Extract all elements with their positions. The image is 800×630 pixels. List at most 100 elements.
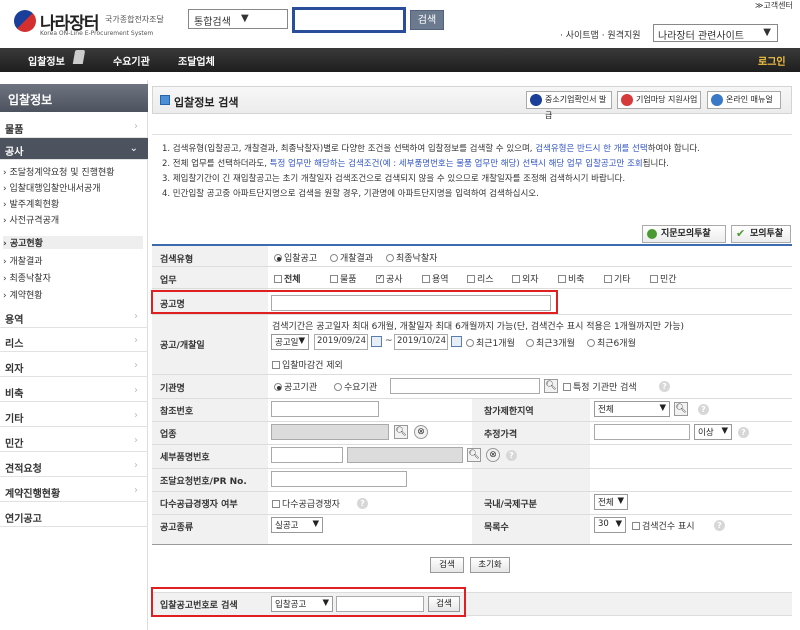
sidebar-item-foreign[interactable]: 외자 ›: [0, 355, 148, 377]
sidebar-item-services[interactable]: 용역 ›: [0, 306, 148, 328]
ref-no-input[interactable]: [271, 401, 379, 417]
login-link[interactable]: 로그인: [758, 53, 786, 68]
price-compare-select[interactable]: 이상 ▼: [694, 424, 732, 440]
business-check-lease[interactable]: 리스: [467, 272, 494, 285]
region-select[interactable]: 전체 ▼: [594, 401, 670, 417]
sidebar-item-private[interactable]: 민간 ›: [0, 430, 148, 452]
help-icon[interactable]: ?: [738, 427, 749, 438]
help-icon[interactable]: ?: [506, 450, 517, 461]
sidebar-sub-item-active[interactable]: › 공고현황: [3, 236, 143, 249]
checkbox[interactable]: [632, 522, 640, 530]
procure-no-input[interactable]: [271, 471, 407, 487]
business-check-stockpile[interactable]: 비축: [558, 272, 585, 285]
related-sites-select[interactable]: 나라장터 관련사이트 ▼: [653, 24, 778, 42]
radio[interactable]: [466, 339, 474, 347]
business-check-services[interactable]: 용역: [422, 272, 449, 285]
calendar-icon[interactable]: [371, 336, 382, 347]
collective-mock-bid-button[interactable]: 지문모의투찰: [642, 225, 726, 243]
sidebar-item-postponed[interactable]: 연기공고: [0, 505, 148, 527]
sidebar-sub-item[interactable]: › 사전규격공개: [3, 213, 59, 226]
help-icon[interactable]: ?: [698, 404, 709, 415]
date-type-select[interactable]: 공고일 ▼: [271, 334, 309, 350]
nav-item-agency[interactable]: 수요기관: [113, 53, 150, 68]
sme-certificate-button[interactable]: 중소기업확인서 발급: [526, 91, 612, 120]
sidebar-item-stockpile[interactable]: 비축 ›: [0, 380, 148, 402]
sidebar-item-quote[interactable]: 견적요청 ›: [0, 455, 148, 477]
sidebar-sub-item[interactable]: › 최종낙찰자: [3, 271, 51, 284]
agency-radio-demand[interactable]: 수요기관: [334, 380, 377, 393]
clear-icon[interactable]: ⊗: [414, 425, 428, 439]
nav-item-bid-info[interactable]: 입찰정보: [28, 53, 65, 68]
sidebar-sub-item[interactable]: › 조달청계약요청 및 진행현황: [3, 165, 115, 178]
checkbox[interactable]: [330, 275, 338, 283]
sidebar-sub-item[interactable]: › 계약현황: [3, 288, 43, 301]
search-type-radio-winner[interactable]: 최종낙찰자: [386, 251, 437, 264]
help-icon[interactable]: ?: [659, 381, 670, 392]
radio[interactable]: [587, 339, 595, 347]
domestic-select[interactable]: 전체 ▼: [594, 494, 628, 510]
range-radio-3m[interactable]: 최근3개월: [526, 336, 575, 349]
business-check-foreign[interactable]: 외자: [512, 272, 539, 285]
notice-kind-select[interactable]: 실공고 ▼: [271, 517, 323, 533]
sidebar-item-etc[interactable]: 기타 ›: [0, 405, 148, 427]
sidebar-item-lease[interactable]: 리스 ›: [0, 330, 148, 352]
search-type-radio-notice[interactable]: 입찰공고: [274, 251, 317, 264]
range-radio-1m[interactable]: 최근1개월: [466, 336, 515, 349]
top-links[interactable]: · 사이트맵 · 원격지원: [560, 28, 641, 41]
clear-icon[interactable]: ⊗: [486, 448, 500, 462]
help-icon[interactable]: ?: [357, 498, 368, 509]
specific-agency-checkbox[interactable]: 특정 기관만 검색: [563, 380, 637, 393]
radio[interactable]: [330, 254, 338, 262]
range-radio-6m[interactable]: 최근6개월: [587, 336, 636, 349]
form-search-button[interactable]: 검색: [430, 557, 464, 573]
date-to-input[interactable]: 2019/10/24: [394, 334, 448, 350]
radio[interactable]: [526, 339, 534, 347]
calendar-icon[interactable]: [451, 336, 462, 347]
industry-input[interactable]: [271, 424, 389, 440]
mock-bid-button[interactable]: ✔ 모의투찰: [731, 225, 791, 243]
search-icon[interactable]: 🔍︎: [467, 448, 481, 462]
customer-center-link[interactable]: ≫고객센터: [755, 0, 793, 11]
checkbox[interactable]: [563, 383, 571, 391]
search-type-radio-result[interactable]: 개찰결과: [330, 251, 373, 264]
checkbox[interactable]: [422, 275, 430, 283]
sidebar-item-goods[interactable]: 물품 ›: [0, 116, 148, 138]
online-manual-button[interactable]: 온라인 매뉴얼: [707, 91, 781, 109]
checkbox[interactable]: [272, 500, 280, 508]
logo-icon[interactable]: [14, 10, 36, 32]
radio-selected[interactable]: [274, 383, 282, 391]
date-from-input[interactable]: 2019/09/24: [314, 334, 368, 350]
radio[interactable]: [386, 254, 394, 262]
search-icon[interactable]: 🔍︎: [674, 402, 688, 416]
nav-item-supplier[interactable]: 조달업체: [178, 53, 215, 68]
checkbox[interactable]: [604, 275, 612, 283]
business-check-all[interactable]: 전체: [274, 272, 301, 285]
business-check-goods[interactable]: 물품: [330, 272, 357, 285]
search-scope-select[interactable]: 통합검색 ▼: [188, 9, 288, 29]
checkbox[interactable]: [274, 275, 282, 283]
checkbox[interactable]: [650, 275, 658, 283]
radio[interactable]: [334, 383, 342, 391]
agency-radio-notice[interactable]: 공고기관: [274, 380, 317, 393]
checkbox[interactable]: [558, 275, 566, 283]
radio-selected[interactable]: [274, 254, 282, 262]
business-check-etc[interactable]: 기타: [604, 272, 631, 285]
checkbox[interactable]: [272, 361, 280, 369]
sidebar-sub-item[interactable]: › 개찰결과: [3, 254, 43, 267]
agency-input[interactable]: [390, 378, 540, 394]
checkbox-checked[interactable]: [376, 275, 384, 283]
search-button[interactable]: 검색: [410, 10, 444, 30]
sidebar-sub-item[interactable]: › 발주계획현황: [3, 197, 59, 210]
sidebar-item-construction[interactable]: 공사 ⌄: [0, 138, 148, 160]
form-reset-button[interactable]: 초기화: [470, 557, 510, 573]
search-icon[interactable]: 🔍︎: [394, 425, 408, 439]
exclude-closed-checkbox[interactable]: 입찰마감건 제외: [272, 358, 343, 371]
est-price-input[interactable]: [594, 424, 690, 440]
business-check-private[interactable]: 민간: [650, 272, 677, 285]
business-check-construction[interactable]: 공사: [376, 272, 403, 285]
item-name-input[interactable]: [347, 447, 463, 463]
item-no-input[interactable]: [271, 447, 343, 463]
search-icon[interactable]: 🔍︎: [544, 379, 558, 393]
multi-supplier-checkbox[interactable]: 다수공급경쟁자: [272, 497, 340, 510]
sidebar-item-contract-status[interactable]: 계약진행현황 ›: [0, 480, 148, 502]
